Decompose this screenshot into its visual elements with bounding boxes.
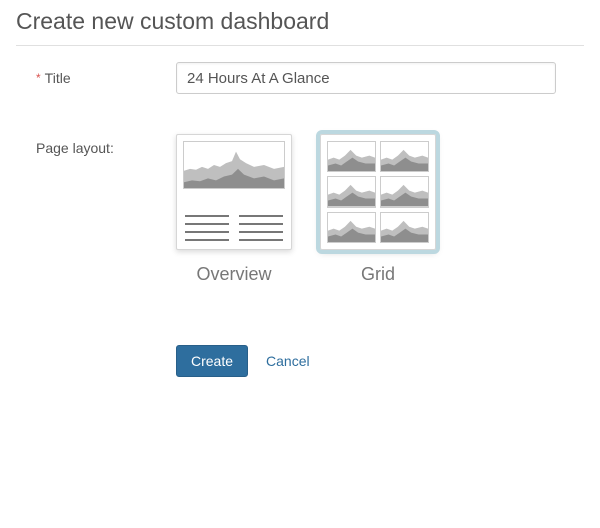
title-label: Title: [45, 70, 71, 86]
required-marker-icon: *: [36, 72, 41, 84]
layout-label: Page layout:: [36, 134, 176, 156]
title-input[interactable]: [176, 62, 556, 94]
title-label-cell: * Title: [36, 70, 176, 86]
overview-thumb-icon: [176, 134, 292, 250]
page-title: Create new custom dashboard: [16, 8, 584, 46]
layout-option-grid-caption: Grid: [361, 264, 395, 285]
layout-options: Overview Grid: [176, 134, 436, 285]
layout-option-overview-caption: Overview: [196, 264, 271, 285]
layout-option-grid[interactable]: Grid: [320, 134, 436, 285]
create-button[interactable]: Create: [176, 345, 248, 377]
cancel-link[interactable]: Cancel: [266, 353, 310, 369]
layout-row: Page layout: Overview: [16, 134, 584, 285]
title-row: * Title: [16, 62, 584, 94]
layout-option-overview[interactable]: Overview: [176, 134, 292, 285]
actions-row: Create Cancel: [16, 345, 584, 377]
grid-thumb-icon: [320, 134, 436, 250]
